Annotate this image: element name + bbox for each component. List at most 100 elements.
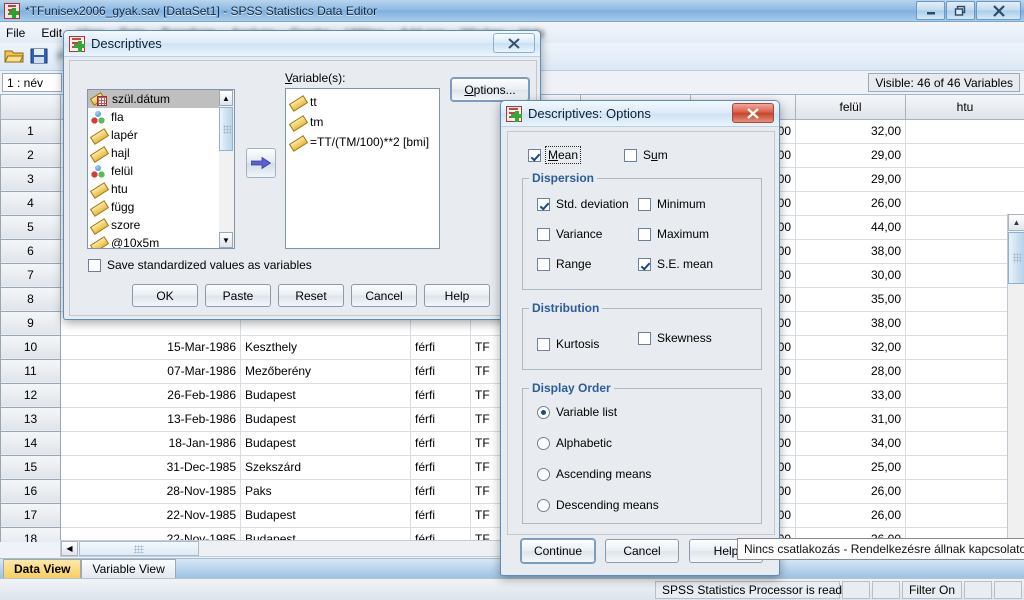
cell-city[interactable]: Paks bbox=[240, 478, 411, 504]
source-scroll-thumb[interactable] bbox=[219, 107, 233, 151]
cell-sex[interactable]: férfi bbox=[410, 502, 471, 528]
cell-htu[interactable] bbox=[905, 190, 1024, 216]
paste-button[interactable]: Paste bbox=[205, 284, 271, 307]
tab-data-view[interactable]: Data View bbox=[3, 559, 82, 578]
cell-sex[interactable]: férfi bbox=[410, 382, 471, 408]
col-header-felul[interactable]: felül bbox=[795, 95, 906, 120]
source-variable-item[interactable]: szore bbox=[88, 216, 234, 234]
scroll-up-arrow-icon[interactable]: ▲ bbox=[1008, 214, 1024, 231]
row-number[interactable]: 2 bbox=[0, 142, 61, 168]
move-variable-button[interactable] bbox=[246, 148, 276, 178]
se-mean-checkbox[interactable] bbox=[638, 257, 651, 271]
mean-row[interactable]: Mean bbox=[528, 146, 582, 164]
cell-felul[interactable]: 32,00 bbox=[795, 334, 906, 360]
std-deviation-row[interactable]: Std. deviation bbox=[537, 197, 629, 211]
source-variable-item[interactable]: htu bbox=[88, 180, 234, 198]
variable-list-row[interactable]: Variable list bbox=[537, 405, 617, 419]
cell-felul[interactable]: 44,00 bbox=[795, 214, 906, 240]
cell-felul[interactable]: 26,00 bbox=[795, 502, 906, 528]
descending-means-row[interactable]: Descending means bbox=[537, 498, 659, 512]
range-row[interactable]: Range bbox=[537, 257, 591, 271]
row-number[interactable]: 8 bbox=[0, 286, 61, 312]
cell-sex[interactable]: férfi bbox=[410, 430, 471, 456]
selected-variable-item[interactable]: tt bbox=[288, 92, 437, 112]
cell-city[interactable]: Mezőberény bbox=[240, 358, 411, 384]
options-cancel-button[interactable]: Cancel bbox=[605, 539, 679, 563]
close-button[interactable] bbox=[976, 1, 1021, 20]
cell-birthdate[interactable]: 07-Mar-1986 bbox=[60, 358, 241, 384]
cell-htu[interactable] bbox=[905, 142, 1024, 168]
cell-city[interactable]: Keszthely bbox=[240, 334, 411, 360]
cell-felul[interactable]: 25,00 bbox=[795, 454, 906, 480]
source-variable-item[interactable]: lapér bbox=[88, 126, 234, 144]
options-button[interactable]: Options... bbox=[451, 78, 529, 101]
cell-city[interactable]: Budapest bbox=[240, 382, 411, 408]
cell-birthdate[interactable]: 13-Feb-1986 bbox=[60, 406, 241, 432]
cell-felul[interactable]: 38,00 bbox=[795, 238, 906, 264]
reset-button[interactable]: Reset bbox=[278, 284, 344, 307]
kurtosis-row[interactable]: Kurtosis bbox=[537, 337, 599, 351]
row-number[interactable]: 14 bbox=[0, 430, 61, 456]
source-variable-item[interactable]: függ bbox=[88, 198, 234, 216]
open-file-icon[interactable] bbox=[4, 47, 24, 67]
cell-birthdate[interactable]: 18-Jan-1986 bbox=[60, 430, 241, 456]
continue-button[interactable]: Continue bbox=[521, 539, 595, 563]
skewness-checkbox[interactable] bbox=[638, 331, 651, 345]
ok-button[interactable]: OK bbox=[132, 284, 198, 307]
alphabetic-radio[interactable] bbox=[537, 436, 550, 450]
cell-birthdate[interactable]: 28-Nov-1985 bbox=[60, 478, 241, 504]
maximum-row[interactable]: Maximum bbox=[638, 227, 709, 241]
cell-felul[interactable]: 29,00 bbox=[795, 166, 906, 192]
sum-checkbox[interactable] bbox=[624, 148, 637, 162]
maximum-checkbox[interactable] bbox=[638, 227, 651, 241]
std-deviation-checkbox[interactable] bbox=[537, 197, 550, 211]
cell-reference-input[interactable]: 1 : név bbox=[2, 73, 62, 92]
range-checkbox[interactable] bbox=[537, 257, 550, 271]
source-variable-item[interactable]: felül bbox=[88, 162, 234, 180]
selected-variables-list[interactable]: tt tm =TT/(TM/100)**2 [bmi] bbox=[285, 88, 440, 249]
descending-means-radio[interactable] bbox=[537, 498, 550, 512]
minimum-checkbox[interactable] bbox=[638, 197, 651, 211]
cell-sex[interactable]: férfi bbox=[410, 406, 471, 432]
row-number[interactable]: 11 bbox=[0, 358, 61, 384]
cell-felul[interactable]: 26,00 bbox=[795, 478, 906, 504]
source-variable-list[interactable]: szül.dátum fla lapér hajl felül htu függ szore @… bbox=[87, 89, 235, 249]
ascending-means-radio[interactable] bbox=[537, 467, 550, 481]
cell-sex[interactable]: férfi bbox=[410, 454, 471, 480]
cell-felul[interactable]: 28,00 bbox=[795, 358, 906, 384]
cell-sex[interactable]: férfi bbox=[410, 478, 471, 504]
row-number[interactable]: 15 bbox=[0, 454, 61, 480]
horizontal-scroll-thumb[interactable] bbox=[79, 541, 199, 556]
row-number[interactable]: 7 bbox=[0, 262, 61, 288]
descriptives-close-button[interactable] bbox=[493, 33, 535, 53]
source-variable-item[interactable]: szül.dátum bbox=[88, 90, 234, 108]
variance-row[interactable]: Variance bbox=[537, 227, 602, 241]
row-number[interactable]: 12 bbox=[0, 382, 61, 408]
row-number[interactable]: 13 bbox=[0, 406, 61, 432]
descriptives-options-dialog[interactable]: Descriptives: Options Mean Sum Dispersio… bbox=[500, 100, 780, 576]
cell-city[interactable]: Budapest bbox=[240, 502, 411, 528]
row-number[interactable]: 5 bbox=[0, 214, 61, 240]
mean-checkbox[interactable] bbox=[528, 148, 541, 162]
cell-felul[interactable]: 35,00 bbox=[795, 286, 906, 312]
save-standardized-checkbox[interactable] bbox=[88, 258, 101, 272]
cell-birthdate[interactable]: 31-Dec-1985 bbox=[60, 454, 241, 480]
row-number[interactable]: 3 bbox=[0, 166, 61, 192]
row-number[interactable]: 9 bbox=[0, 310, 61, 336]
cell-city[interactable]: Budapest bbox=[240, 430, 411, 456]
source-scroll-down-icon[interactable]: ▼ bbox=[219, 232, 233, 248]
cell-felul[interactable]: 34,00 bbox=[795, 430, 906, 456]
skewness-row[interactable]: Skewness bbox=[638, 331, 712, 345]
cell-birthdate[interactable]: 15-Mar-1986 bbox=[60, 334, 241, 360]
minimize-button[interactable] bbox=[916, 1, 945, 20]
selected-variable-item[interactable]: tm bbox=[288, 112, 437, 132]
menu-file[interactable]: File bbox=[6, 26, 25, 40]
help-button[interactable]: Help bbox=[424, 284, 490, 307]
descriptives-dialog[interactable]: Descriptives szül.dátum fla lapér hajl felül… bbox=[63, 30, 541, 320]
row-number[interactable]: 4 bbox=[0, 190, 61, 216]
cell-sex[interactable]: férfi bbox=[410, 358, 471, 384]
save-icon[interactable] bbox=[29, 47, 49, 67]
kurtosis-checkbox[interactable] bbox=[537, 337, 550, 351]
cell-city[interactable]: Szekszárd bbox=[240, 454, 411, 480]
se-mean-row[interactable]: S.E. mean bbox=[638, 257, 713, 271]
